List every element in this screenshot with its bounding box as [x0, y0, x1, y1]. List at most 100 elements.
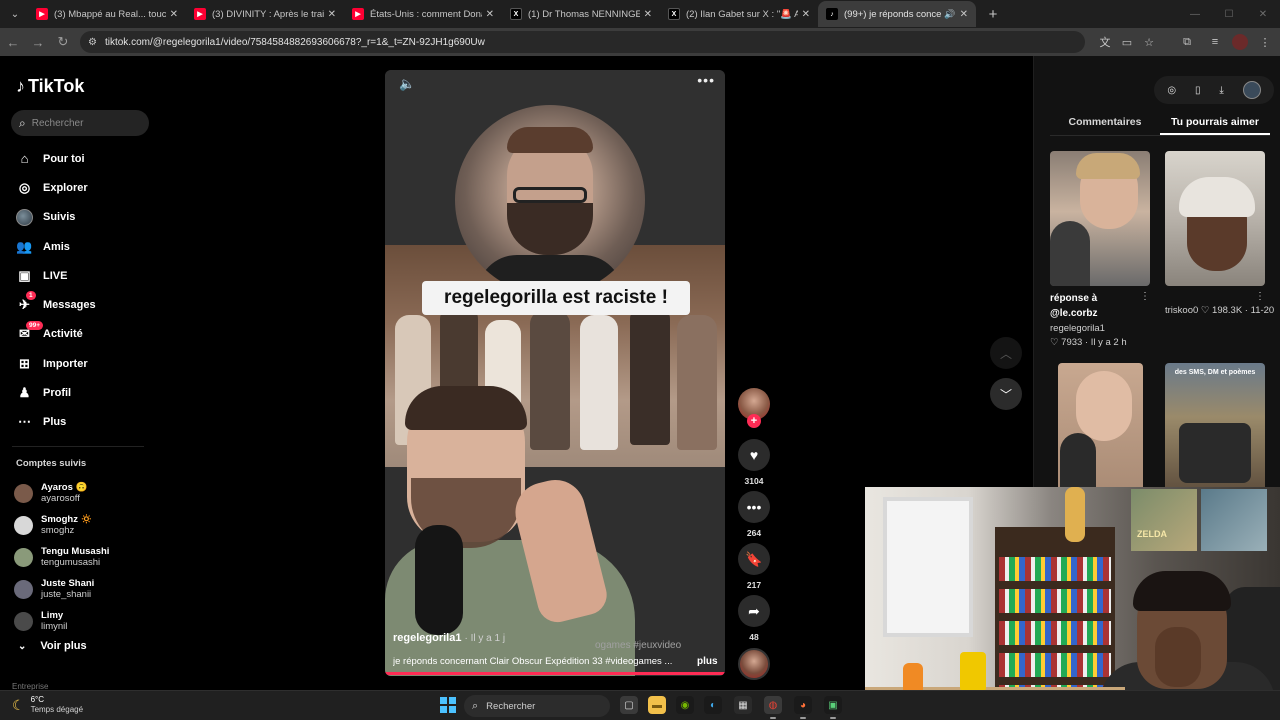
nav-item-messages[interactable]: ✈ 1 Messages — [16, 290, 156, 319]
nav-item-explorer[interactable]: ◎ Explorer — [16, 173, 156, 202]
translate-icon[interactable]: 文 — [1094, 31, 1116, 53]
store-icon[interactable]: ▦ — [734, 696, 752, 714]
tiktok-logo[interactable]: ♪ TikTok — [16, 76, 84, 97]
followed-account[interactable]: Limy limynil — [14, 605, 154, 637]
account-username: smoghz — [41, 525, 75, 536]
user-avatar[interactable] — [1242, 81, 1261, 99]
comment-button[interactable]: ••• — [738, 491, 770, 523]
tab-close-icon[interactable]: ✕ — [170, 9, 178, 20]
card-author[interactable]: regelegorila1 — [1050, 323, 1105, 334]
previous-video-button[interactable]: ︿ — [990, 337, 1022, 369]
forward-icon[interactable]: → — [26, 30, 50, 54]
followed-account[interactable]: Smoghz 🔅 smoghz — [14, 509, 154, 541]
video-thumbnail[interactable] — [1050, 151, 1150, 286]
reload-icon[interactable]: ↻ — [51, 30, 75, 54]
compass-icon[interactable]: ◎ — [1167, 85, 1176, 96]
browser-tab-active[interactable]: ♪ (99+) je réponds concernant 🔊 ✕ — [818, 1, 976, 27]
profile-avatar-icon[interactable] — [1232, 34, 1248, 50]
like-count: 3104 — [744, 476, 764, 486]
tab-comments[interactable]: Commentaires — [1050, 112, 1160, 135]
card-more-icon[interactable]: ⋮ — [1255, 291, 1265, 302]
search-input[interactable]: ⌕ Rechercher — [11, 110, 149, 136]
browser-tab[interactable]: X (2) Ilan Gabet sur X : "🚨 ALERT ✕ — [660, 1, 818, 27]
video-thumbnail[interactable] — [1165, 151, 1265, 286]
tab-close-icon[interactable]: ✕ — [328, 9, 336, 20]
video-thumbnail[interactable]: des SMS, DM et poèmes — [1165, 363, 1265, 498]
search-icon: ⌕ — [19, 115, 26, 130]
extensions-icon[interactable]: ⧉ — [1176, 31, 1198, 53]
edge-icon[interactable]: ◐ — [704, 696, 722, 714]
nav-item-label: Amis — [43, 240, 70, 253]
nav-item-label: LIVE — [43, 269, 68, 282]
share-button[interactable]: ➦ — [738, 595, 770, 627]
tab-close-icon[interactable]: ✕ — [960, 9, 968, 20]
browser-menu-icon[interactable]: ⋮ — [1254, 31, 1276, 53]
tab-close-icon[interactable]: ✕ — [644, 9, 652, 20]
tab-close-icon[interactable]: ✕ — [802, 9, 810, 20]
back-icon[interactable]: ← — [1, 30, 25, 54]
firefox-icon[interactable]: ◕ — [794, 696, 812, 719]
windows-start-icon[interactable] — [440, 697, 456, 713]
next-video-button[interactable]: ﹀ — [990, 378, 1022, 410]
following-list: Ayaros 🙃 ayarosoff Smoghz 🔅 smoghz Tengu Mus… — [14, 477, 154, 637]
address-bar[interactable]: ⚙ tiktok.com/@regelegorila1/video/758458… — [80, 31, 1085, 53]
account-avatar — [14, 483, 33, 503]
browser-tab[interactable]: ▶ (3) DIVINITY : Après le trailer, La ✕ — [186, 1, 344, 27]
nav-item-importer[interactable]: ⊞ Importer — [16, 349, 156, 378]
speaker-icon[interactable]: 🔊 — [944, 9, 955, 20]
nav-item-live[interactable]: ▣ LIVE — [16, 261, 156, 290]
followed-account[interactable]: Tengu Musashi tengumusashi — [14, 541, 154, 573]
thumb-car-trunk — [1179, 423, 1251, 483]
nav-item-plus[interactable]: ⋯ Plus — [16, 408, 156, 437]
nvidia-icon[interactable]: ◉ — [676, 696, 694, 714]
nav-item-pour-toi[interactable]: ⌂ Pour toi — [16, 144, 156, 173]
chrome-icon[interactable]: ◍ — [764, 696, 782, 719]
tab-close-icon[interactable]: ✕ — [486, 9, 494, 20]
browser-tab[interactable]: ▶ États-Unis : comment Donald T ✕ — [344, 1, 502, 27]
tab-label: (2) Ilan Gabet sur X : "🚨 ALERT — [686, 8, 798, 20]
video-thumbnail[interactable] — [1058, 363, 1143, 498]
media-controls-icon[interactable]: ≡ — [1204, 31, 1226, 53]
thumb-hair — [1076, 153, 1140, 179]
description-more-button[interactable]: plus — [697, 656, 718, 667]
author-name[interactable]: regelegorila1 — [393, 632, 461, 644]
nav-item-profil[interactable]: ♟ Profil — [16, 378, 156, 407]
nav-item-suivis[interactable]: Suivis — [16, 203, 156, 232]
download-icon[interactable]: ⤓ — [1219, 85, 1223, 96]
close-window-icon[interactable]: ✕ — [1246, 0, 1280, 28]
cast-icon[interactable]: ▭ — [1116, 31, 1138, 53]
follow-plus-icon[interactable]: + — [747, 414, 761, 428]
video-progress-bar[interactable] — [385, 672, 725, 675]
bookmark-star-icon[interactable]: ☆ — [1138, 31, 1160, 53]
music-disc-avatar[interactable] — [738, 648, 770, 680]
followed-account[interactable]: Ayaros 🙃 ayarosoff — [14, 477, 154, 509]
task-view-icon[interactable]: ▢ — [620, 696, 638, 714]
account-avatar — [14, 611, 33, 631]
tab-suggestions[interactable]: Tu pourrais aimer — [1160, 112, 1270, 135]
nav-item-activit-[interactable]: ✉ 99+ Activité — [16, 320, 156, 349]
see-more-button[interactable]: ⌄ Voir plus — [18, 640, 87, 652]
more-options-icon[interactable]: ••• — [697, 72, 715, 88]
card-more-icon[interactable]: ⋮ — [1140, 291, 1150, 302]
tab-label: (1) Dr Thomas NENNINGER sur — [528, 8, 640, 20]
browser-tab[interactable]: ▶ (3) Mbappé au Real... touché p ✕ — [28, 1, 186, 27]
browser-tab[interactable]: X (1) Dr Thomas NENNINGER sur ✕ — [502, 1, 660, 27]
video-author[interactable]: regelegorila1 · Il y a 1 j — [393, 632, 505, 644]
maximize-icon[interactable]: ☐ — [1212, 0, 1246, 28]
volume-icon[interactable]: 🔈 — [399, 76, 415, 92]
new-tab-button[interactable]: + — [982, 3, 1004, 25]
like-button[interactable]: ♥ — [738, 439, 770, 471]
save-button[interactable]: 🔖 — [738, 543, 770, 575]
tab-search-icon[interactable]: ⌄ — [2, 1, 28, 27]
mobile-icon[interactable]: ▯ — [1195, 85, 1201, 96]
video-player[interactable]: regelegorilla est raciste ! 🔈 ••• ogames… — [385, 70, 725, 676]
site-info-icon[interactable]: ⚙ — [88, 37, 97, 48]
nav-item-amis[interactable]: 👥 Amis — [16, 232, 156, 261]
followed-account[interactable]: Juste Shani juste_shanii — [14, 573, 154, 605]
minimize-icon[interactable]: — — [1178, 0, 1212, 28]
taskbar-search[interactable]: ⌕ Rechercher — [464, 695, 610, 717]
moon-icon: ☾ — [12, 696, 25, 713]
file-explorer-icon[interactable]: ▬ — [648, 696, 666, 714]
streaming-app-icon[interactable]: ▣ — [824, 696, 842, 719]
weather-widget[interactable]: ☾ 6°C Temps dégagé — [12, 695, 83, 715]
